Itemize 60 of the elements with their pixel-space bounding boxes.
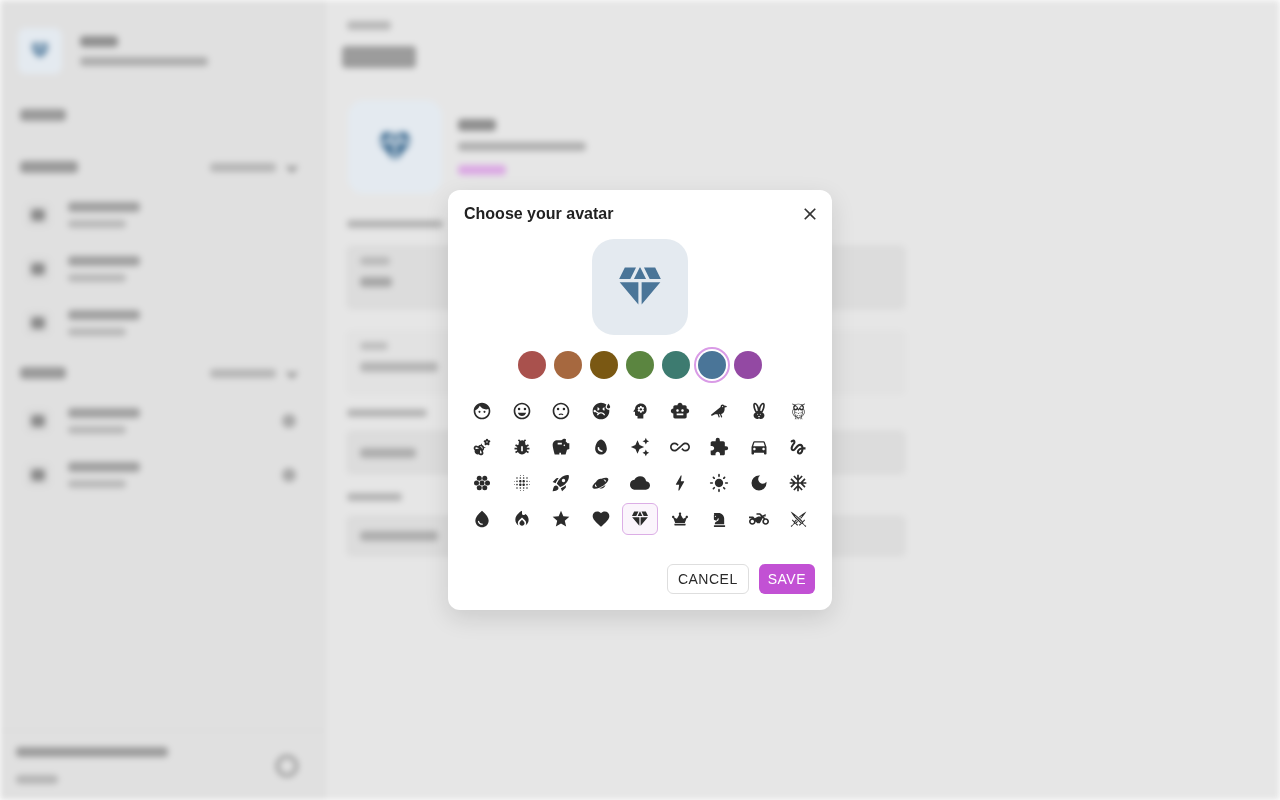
blurred-square-icon xyxy=(26,203,50,227)
chess-knight-icon xyxy=(711,511,727,527)
owl-icon xyxy=(789,402,807,420)
cloud-icon xyxy=(630,473,650,493)
rocket-icon xyxy=(551,473,571,493)
squiggle-icon xyxy=(788,437,808,457)
blurred-text-line xyxy=(360,342,388,350)
blurred-square-icon xyxy=(26,311,50,335)
blurred-text-line xyxy=(20,109,66,121)
blurred-text-line xyxy=(360,257,390,265)
blurred-text-line xyxy=(360,277,392,287)
blurred-text-line xyxy=(68,426,126,434)
blurred-text-line xyxy=(68,462,140,472)
blurred-text-line xyxy=(360,447,416,458)
bee-flower-icon xyxy=(472,437,492,457)
blurred-text-line xyxy=(16,775,58,784)
crow-icon xyxy=(711,403,727,419)
dotted-grid-icon xyxy=(511,473,532,493)
blurred-text-line xyxy=(210,162,276,172)
blurred-text-line xyxy=(68,256,140,266)
dot-cluster-icon xyxy=(474,475,490,491)
piggy-bank-icon xyxy=(551,437,571,457)
blurred-text-line xyxy=(68,480,126,488)
water-drop-icon xyxy=(472,509,492,529)
blurred-text-line xyxy=(347,493,402,501)
blurred-square-icon xyxy=(26,409,50,433)
blurred-text-line xyxy=(20,367,66,379)
grinning-face-icon xyxy=(511,401,532,421)
blurred-text-line xyxy=(68,202,140,212)
blurred-square-icon xyxy=(26,257,50,281)
blurred-text-line xyxy=(68,274,126,282)
blurred-text-line xyxy=(20,161,78,173)
star-icon xyxy=(551,509,571,529)
blurred-text-line xyxy=(68,220,126,228)
blurred-text-line xyxy=(68,408,140,418)
save-button[interactable]: SAVE xyxy=(758,564,815,594)
sick-face-icon xyxy=(590,401,611,421)
blurred-text-line xyxy=(80,36,118,47)
ring-icon xyxy=(276,754,298,777)
dialog-title: Choose your avatar xyxy=(464,204,614,224)
cancel-button[interactable]: CANCEL xyxy=(666,564,749,594)
crossed-swords-icon xyxy=(789,510,807,528)
face-icon xyxy=(472,401,492,421)
heart-icon xyxy=(590,509,611,529)
head-gear-icon xyxy=(630,401,650,421)
blurred-text-line xyxy=(68,310,140,320)
frowning-face-icon xyxy=(551,401,571,421)
blurred-text-line xyxy=(68,328,126,336)
sparkles-icon xyxy=(630,437,650,457)
crown-icon xyxy=(671,511,688,527)
sun-icon xyxy=(709,473,729,493)
blurred-square-icon xyxy=(26,463,50,487)
blurred-text-line xyxy=(458,165,506,175)
blurred-text-line xyxy=(210,368,276,378)
icon-option[interactable] xyxy=(622,503,658,535)
snowflake-icon xyxy=(788,473,808,493)
blurred-text-line xyxy=(458,119,496,131)
robot-icon xyxy=(669,401,690,421)
puzzle-piece-icon xyxy=(709,437,729,457)
blurred-text-line xyxy=(347,21,391,30)
